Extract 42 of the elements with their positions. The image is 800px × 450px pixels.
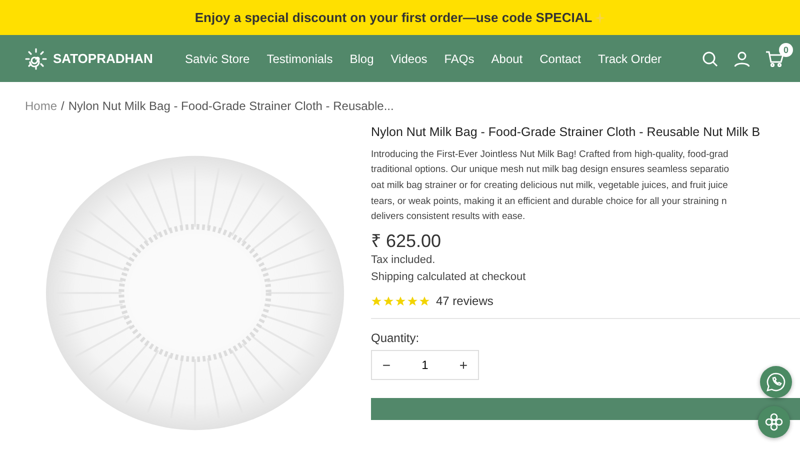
- description-line: oat milk bag strainer or for creating delicious nut milk, vegetable juices, and fruit juice: [371, 178, 729, 193]
- nav-link[interactable]: Videos: [390, 52, 428, 66]
- breadcrumb-link[interactable]: Home: [25, 99, 58, 113]
- cart-count-badge: 0: [779, 42, 793, 56]
- announcement-text: Enjoy a special discount on your first order—use code SPECIAL: [194, 10, 592, 25]
- brand-name: SATOPRADHAN: [53, 51, 153, 66]
- product-title: Nylon Nut Milk Bag - Food-Grade Strainer Cloth - Reusable Nut Milk B: [371, 125, 762, 141]
- quantity-label: Quantity:: [371, 331, 420, 346]
- flower-icon: [765, 413, 783, 431]
- description-line: traditional options. Our unique mesh nut milk bag design ensures seamless separatio: [371, 163, 730, 178]
- whatsapp-icon: [766, 372, 786, 392]
- add-to-cart-button[interactable]: [371, 398, 800, 420]
- increase-button[interactable]: +: [449, 351, 478, 380]
- breadcrumb-current: Nylon Nut Milk Bag - Food-Grade Strainer Cloth - Reusable...: [68, 99, 394, 113]
- sun-spiral-logo-icon: [25, 48, 47, 70]
- star-icon: [371, 296, 382, 307]
- nav-link[interactable]: FAQs: [444, 52, 474, 66]
- nav-link[interactable]: Satvic Store: [185, 52, 250, 66]
- decrease-button[interactable]: −: [372, 351, 401, 380]
- star-icon: [407, 296, 418, 307]
- product-price: ₹ 625.00: [371, 230, 442, 252]
- review-count[interactable]: 47 reviews: [436, 294, 494, 308]
- nav-link[interactable]: About: [491, 52, 523, 66]
- nav-link[interactable]: Track Order: [598, 52, 662, 66]
- nav-link[interactable]: Contact: [540, 52, 581, 66]
- nav-link[interactable]: Testimonials: [266, 52, 333, 66]
- breadcrumb-separator: /: [61, 99, 64, 113]
- star-icon: [419, 296, 430, 307]
- description-line: Introducing the First-Ever Jointless Nut Milk Bag! Crafted from high-quality, food-grad: [371, 148, 730, 162]
- tax-note: Tax included.: [371, 252, 436, 268]
- star-icon: [383, 296, 394, 307]
- sparkle-icon: [595, 12, 606, 24]
- whatsapp-button[interactable]: [760, 366, 792, 398]
- description-line: delivers consistent results with ease.: [371, 210, 526, 224]
- cart-icon[interactable]: [766, 50, 784, 66]
- description-line: tears, or weak points, making it an efficient and durable choice for all your straining n: [371, 194, 728, 209]
- shipping-note: Shipping calculated at checkout: [371, 270, 527, 286]
- account-icon[interactable]: [734, 50, 750, 66]
- flower-button[interactable]: [758, 406, 790, 438]
- star-icon: [395, 296, 406, 307]
- nav-link[interactable]: Blog: [350, 52, 374, 66]
- search-icon[interactable]: [702, 50, 718, 66]
